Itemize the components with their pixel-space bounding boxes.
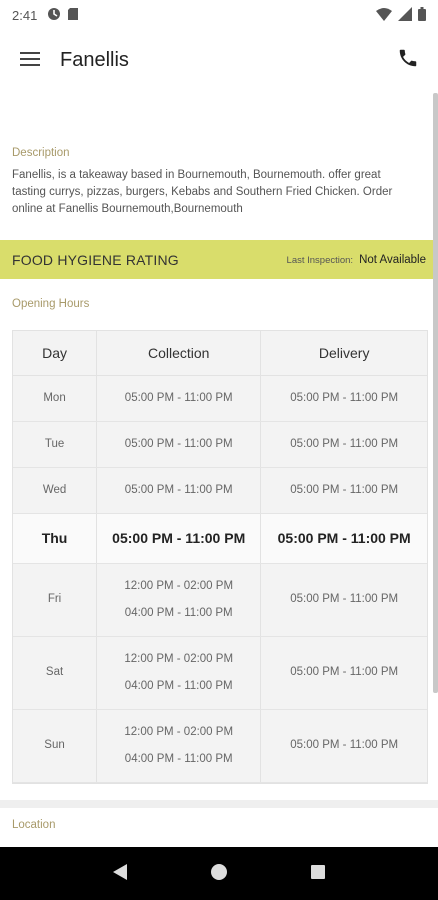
day-cell: Sun xyxy=(13,709,98,783)
home-icon xyxy=(210,863,228,885)
header-delivery: Delivery xyxy=(260,331,427,376)
description-label: Description xyxy=(12,147,70,159)
table-row: Sat 12:00 PM - 02:00 PM 04:00 PM - 11:00… xyxy=(13,636,427,710)
collection-cell: 12:00 PM - 02:00 PM 04:00 PM - 11:00 PM xyxy=(96,636,262,710)
collection-cell: 12:00 PM - 02:00 PM 04:00 PM - 11:00 PM xyxy=(96,709,262,783)
section-divider xyxy=(0,800,438,808)
collection-time: 05:00 PM - 11:00 PM xyxy=(112,530,246,546)
menu-button[interactable] xyxy=(0,30,60,90)
collection-time: 04:00 PM - 11:00 PM xyxy=(124,752,233,765)
day-cell: Fri xyxy=(13,563,98,637)
call-button[interactable] xyxy=(378,30,438,90)
collection-time: 04:00 PM - 11:00 PM xyxy=(124,606,233,619)
day-cell: Tue xyxy=(13,421,98,468)
delivery-time: 05:00 PM - 11:00 PM xyxy=(290,739,399,751)
table-header-row: Day Collection Delivery xyxy=(13,331,427,376)
table-row: Sun 12:00 PM - 02:00 PM 04:00 PM - 11:00… xyxy=(13,709,427,783)
opening-hours-label: Opening Hours xyxy=(12,298,90,310)
collection-cell: 05:00 PM - 11:00 PM xyxy=(96,421,262,468)
delivery-time: 05:00 PM - 11:00 PM xyxy=(290,666,399,678)
collection-cell: 05:00 PM - 11:00 PM xyxy=(96,375,262,422)
battery-icon xyxy=(418,6,426,25)
day-cell: Mon xyxy=(13,375,98,422)
signal-icon xyxy=(398,6,412,25)
delivery-cell: 05:00 PM - 11:00 PM xyxy=(260,709,427,783)
hygiene-banner: FOOD HYGIENE RATING Last Inspection: Not… xyxy=(0,240,438,279)
back-button[interactable] xyxy=(100,854,140,894)
delivery-cell: 05:00 PM - 11:00 PM xyxy=(260,563,427,637)
phone-icon xyxy=(397,47,419,73)
scrollbar[interactable] xyxy=(433,93,438,693)
sync-icon xyxy=(47,6,61,25)
delivery-cell: 05:00 PM - 11:00 PM xyxy=(260,513,427,564)
back-icon xyxy=(112,863,128,885)
recents-icon xyxy=(310,864,326,884)
collection-cell: 05:00 PM - 11:00 PM xyxy=(96,513,262,564)
page-title: Fanellis xyxy=(60,48,129,71)
content-scroll[interactable]: Description Fanellis, is a takeaway base… xyxy=(0,90,438,847)
delivery-time: 05:00 PM - 11:00 PM xyxy=(290,593,399,605)
collection-time: 05:00 PM - 11:00 PM xyxy=(124,392,233,404)
last-inspection-value: Not Available xyxy=(359,253,426,266)
system-nav-bar xyxy=(0,847,438,900)
delivery-cell: 05:00 PM - 11:00 PM xyxy=(260,467,427,514)
day-cell: Sat xyxy=(13,636,98,710)
app-bar: Fanellis xyxy=(0,30,438,90)
delivery-time: 05:00 PM - 11:00 PM xyxy=(290,484,399,496)
delivery-time: 05:00 PM - 11:00 PM xyxy=(290,438,399,450)
home-button[interactable] xyxy=(199,854,239,894)
sd-card-icon xyxy=(67,6,79,25)
delivery-cell: 05:00 PM - 11:00 PM xyxy=(260,421,427,468)
table-row: Wed 05:00 PM - 11:00 PM 05:00 PM - 11:00… xyxy=(13,467,427,514)
opening-hours-table: Day Collection Delivery Mon 05:00 PM - 1… xyxy=(12,330,428,784)
table-row: Tue 05:00 PM - 11:00 PM 05:00 PM - 11:00… xyxy=(13,421,427,468)
collection-time: 05:00 PM - 11:00 PM xyxy=(124,484,233,496)
recents-button[interactable] xyxy=(298,854,338,894)
collection-time: 05:00 PM - 11:00 PM xyxy=(124,438,233,450)
table-row: Mon 05:00 PM - 11:00 PM 05:00 PM - 11:00… xyxy=(13,375,427,422)
table-row-today: Thu 05:00 PM - 11:00 PM 05:00 PM - 11:00… xyxy=(13,513,427,564)
status-bar: 2:41 xyxy=(0,0,438,30)
day-cell: Wed xyxy=(13,467,98,514)
header-day: Day xyxy=(13,331,98,376)
description-text: Fanellis, is a takeaway based in Bournem… xyxy=(12,169,393,215)
hygiene-title: FOOD HYGIENE RATING xyxy=(12,251,179,268)
delivery-time: 05:00 PM - 11:00 PM xyxy=(290,392,399,404)
collection-time: 12:00 PM - 02:00 PM xyxy=(124,579,234,592)
hamburger-menu-icon xyxy=(20,51,40,70)
delivery-time: 05:00 PM - 11:00 PM xyxy=(277,530,411,546)
last-inspection-label: Last Inspection: xyxy=(286,254,354,266)
collection-time: 12:00 PM - 02:00 PM xyxy=(124,652,234,665)
delivery-cell: 05:00 PM - 11:00 PM xyxy=(260,375,427,422)
delivery-cell: 05:00 PM - 11:00 PM xyxy=(260,636,427,710)
header-collection: Collection xyxy=(96,331,262,376)
wifi-icon xyxy=(376,6,392,25)
table-row: Fri 12:00 PM - 02:00 PM 04:00 PM - 11:00… xyxy=(13,563,427,637)
collection-time: 12:00 PM - 02:00 PM xyxy=(124,725,234,738)
app-screen: 2:41 Fanellis Description Fanellis, is a… xyxy=(0,0,438,900)
collection-cell: 12:00 PM - 02:00 PM 04:00 PM - 11:00 PM xyxy=(96,563,262,637)
collection-cell: 05:00 PM - 11:00 PM xyxy=(96,467,262,514)
location-label: Location xyxy=(12,819,56,831)
status-time: 2:41 xyxy=(12,7,38,23)
day-cell: Thu xyxy=(13,513,98,564)
collection-time: 04:00 PM - 11:00 PM xyxy=(124,679,233,692)
